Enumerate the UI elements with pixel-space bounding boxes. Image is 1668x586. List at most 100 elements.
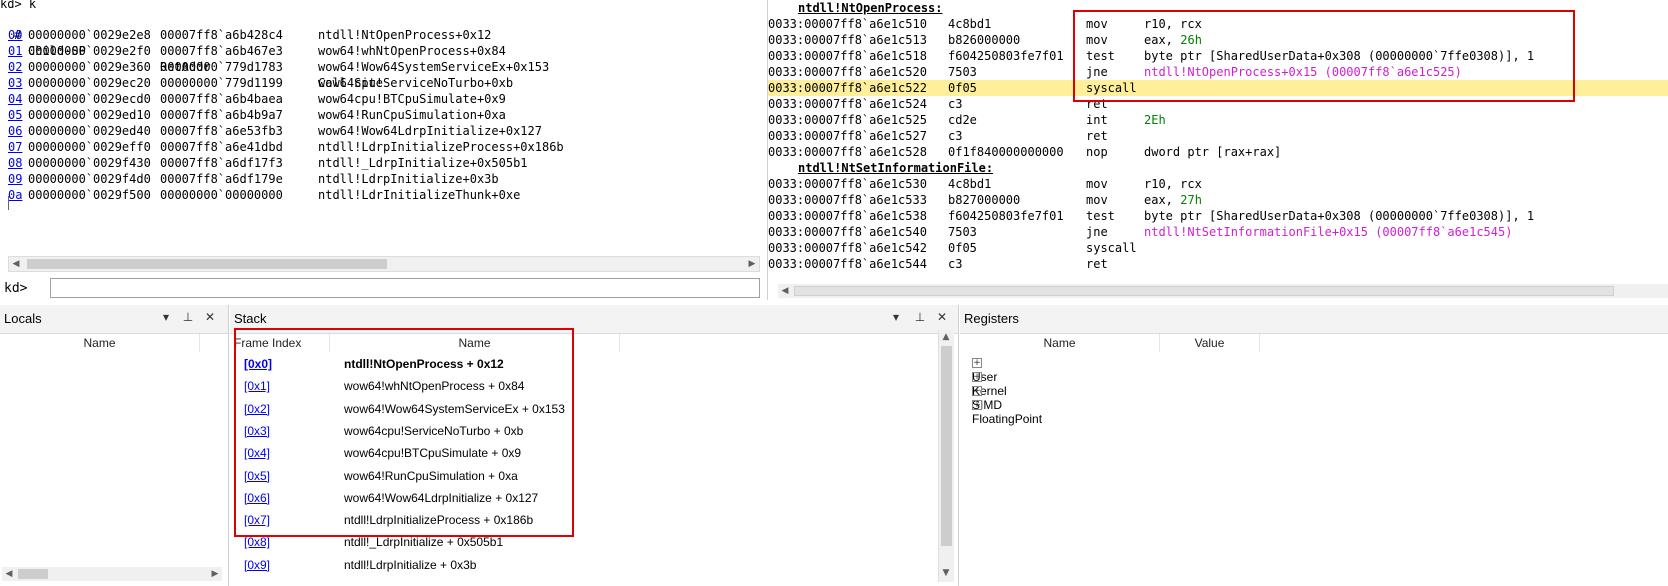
stack-frame-row: 02 00000000`0029e360 00000000`779d1783 wow6… — [8, 59, 748, 75]
disasm-opcode: mov — [1086, 177, 1108, 191]
disasm-address: 0033:00007ff8`a6e1c525 — [768, 113, 927, 127]
expand-icon[interactable]: + — [972, 385, 982, 396]
stack-header-row: # Child-SP RetAddr Call Site — [8, 11, 748, 90]
pin-icon[interactable]: ⊥ — [180, 310, 196, 324]
registers-col-name[interactable]: Name — [960, 334, 1160, 352]
register-group[interactable]: +User — [972, 355, 997, 384]
disasm-line[interactable]: 0033:00007ff8`a6e1c528 0f1f840000000000 no… — [768, 144, 1668, 160]
frame-number-link[interactable]: 06 — [8, 123, 22, 139]
frame-number-link[interactable]: 08 — [8, 155, 22, 171]
disasm-line[interactable]: 0033:00007ff8`a6e1c533 b827000000 mov eax, … — [768, 192, 1668, 208]
register-group[interactable]: +Kernel — [972, 369, 1007, 398]
stack-frame-row: 0a 00000000`0029f500 00000000`00000000 ntdl… — [8, 187, 748, 203]
disasm-address: 0033:00007ff8`a6e1c538 — [768, 209, 927, 223]
frame-call-site: ntdll!LdrInitializeThunk+0xe — [318, 188, 521, 202]
frame-child-sp: 00000000`0029ecd0 — [28, 92, 151, 106]
disasm-operands: eax, — [1144, 193, 1181, 207]
frame-number-link[interactable]: 07 — [8, 139, 22, 155]
disasm-address: 0033:00007ff8`a6e1c527 — [768, 129, 927, 143]
register-group-label: FloatingPoint — [972, 412, 1043, 426]
register-group[interactable]: + FloatingPoint — [972, 397, 1042, 426]
stack-frame-row: 04 00000000`0029ecd0 00007ff8`a6b4baea wow6… — [8, 91, 748, 107]
frame-number-link[interactable]: 03 — [8, 75, 22, 91]
frame-number-link[interactable]: 05 — [8, 107, 22, 123]
disasm-operands: dword ptr [rax+rax] — [1144, 145, 1282, 159]
disasm-opcode: ret — [1086, 129, 1108, 143]
disasm-line[interactable]: 0033:00007ff8`a6e1c544 c3 ret — [768, 256, 1668, 272]
disasm-address: 0033:00007ff8`a6e1c533 — [768, 193, 927, 207]
disasm-line[interactable]: 0033:00007ff8`a6e1c542 0f05 syscall — [768, 240, 1668, 256]
dropdown-icon[interactable]: ▾ — [888, 310, 904, 324]
command-input[interactable] — [50, 278, 760, 298]
scroll-thumb[interactable] — [27, 259, 387, 269]
annotation-highlight-box — [1073, 10, 1575, 102]
disasm-bytes: 4c8bd1 — [948, 17, 992, 31]
frame-call-site: wow64!whNtOpenProcess+0x84 — [318, 44, 506, 58]
disasm-bytes: 0f1f840000000000 — [948, 145, 1064, 159]
scroll-right-icon[interactable]: ▶ — [745, 257, 759, 271]
scroll-thumb[interactable] — [794, 286, 1614, 296]
disasm-operands: r10, rcx — [1144, 177, 1202, 191]
pin-icon[interactable]: ⊥ — [912, 310, 928, 324]
frame-child-sp: 00000000`0029e2f0 — [28, 44, 151, 58]
frame-child-sp: 00000000`0029ec20 — [28, 76, 151, 90]
frame-number-link[interactable]: 02 — [8, 59, 22, 75]
command-hscrollbar[interactable]: ◀ ▶ — [8, 256, 760, 272]
disasm-bytes: 7503 — [948, 225, 977, 239]
disasm-line[interactable]: 0033:00007ff8`a6e1c540 7503 jne ntdll!NtSet… — [768, 224, 1668, 240]
frame-index-link[interactable]: [0x9] — [244, 554, 270, 576]
registers-window: Registers Name Value +User +Kernel +SIMD +F… — [960, 305, 1668, 586]
frame-number-link[interactable]: 09 — [8, 171, 22, 187]
locals-window: Locals ▾ ⊥ ✕ Name ◀ ▶ — [0, 305, 229, 586]
stack-vscrollbar[interactable]: ▲ ▼ — [938, 330, 954, 582]
disasm-address: 0033:00007ff8`a6e1c544 — [768, 257, 927, 271]
disasm-line[interactable]: 0033:00007ff8`a6e1c527 c3 ret — [768, 128, 1668, 144]
disasm-address: 0033:00007ff8`a6e1c522 — [768, 81, 927, 95]
scroll-left-icon[interactable]: ◀ — [2, 567, 16, 581]
frame-retaddr: 00007ff8`a6b428c4 — [160, 28, 283, 42]
disasm-bytes: 7503 — [948, 65, 977, 79]
disasm-address: 0033:00007ff8`a6e1c540 — [768, 225, 927, 239]
expand-icon[interactable]: + — [972, 371, 982, 382]
locals-col-name[interactable]: Name — [0, 334, 200, 352]
frame-number-link[interactable]: 04 — [8, 91, 22, 107]
disasm-branch-target[interactable]: ntdll!NtSetInformationFile+0x15 (00007ff… — [1144, 224, 1512, 240]
scroll-up-icon[interactable]: ▲ — [939, 330, 953, 344]
disasm-line[interactable]: 0033:00007ff8`a6e1c530 4c8bd1 mov r10, rcx — [768, 176, 1668, 192]
disasm-line[interactable]: 0033:00007ff8`a6e1c525 cd2e int 2Eh — [768, 112, 1668, 128]
scroll-right-icon[interactable]: ▶ — [208, 567, 222, 581]
scroll-thumb[interactable] — [18, 569, 48, 579]
scroll-left-icon[interactable]: ◀ — [9, 257, 23, 271]
disasm-bytes: f604250803fe7f01 — [948, 209, 1064, 223]
registers-col-value[interactable]: Value — [1160, 334, 1260, 352]
scroll-left-icon[interactable]: ◀ — [778, 284, 792, 298]
frame-call-site: wow64cpu!ServiceNoTurbo+0xb — [318, 76, 514, 90]
frame-number-link[interactable]: 00 — [8, 27, 22, 43]
dropdown-icon[interactable]: ▾ — [158, 310, 174, 324]
stack-title: Stack — [234, 311, 267, 326]
frame-call-site: wow64cpu!BTCpuSimulate+0x9 — [318, 92, 506, 106]
disassembly-hscrollbar[interactable]: ◀ — [778, 284, 1668, 298]
expand-icon[interactable]: + — [972, 357, 982, 368]
frame-retaddr: 00007ff8`a6df179e — [160, 172, 283, 186]
disasm-immediate: 2Eh — [1144, 113, 1166, 127]
disasm-line[interactable]: 0033:00007ff8`a6e1c538 f604250803fe7f01 te… — [768, 208, 1668, 224]
close-icon[interactable]: ✕ — [202, 310, 218, 324]
disasm-bytes: 0f05 — [948, 241, 977, 255]
stack-row[interactable]: [0x9] ntdll!LdrpInitialize + 0x3b — [230, 554, 930, 576]
locals-hscrollbar[interactable]: ◀ ▶ — [2, 567, 222, 581]
scroll-thumb[interactable] — [941, 346, 952, 546]
annotation-highlight-box — [234, 328, 574, 537]
disasm-bytes: b826000000 — [948, 33, 1021, 47]
disasm-address: 0033:00007ff8`a6e1c530 — [768, 177, 927, 191]
scroll-down-icon[interactable]: ▼ — [939, 566, 953, 580]
register-group[interactable]: +SIMD — [972, 383, 1002, 412]
frame-number-link[interactable]: 0a — [8, 187, 22, 203]
close-icon[interactable]: ✕ — [934, 310, 950, 324]
stack-frame-row: 08 00000000`0029f430 00007ff8`a6df17f3 ntdl… — [8, 155, 748, 171]
frame-retaddr: 00000000`779d1199 — [160, 76, 283, 90]
frame-call-site: ntdll!LdrpInitializeProcess+0x186b — [318, 140, 564, 154]
expand-icon[interactable]: + — [972, 399, 982, 410]
frame-number-link[interactable]: 01 — [8, 43, 22, 59]
stack-frame-row: 00 00000000`0029e2e8 00007ff8`a6b428c4 ntdl… — [8, 27, 748, 43]
